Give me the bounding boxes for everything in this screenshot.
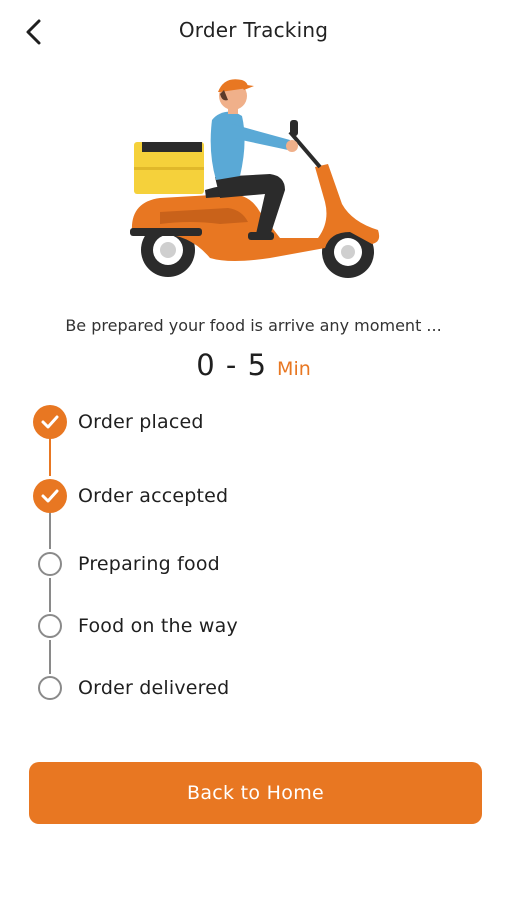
app-header: Order Tracking [0,0,507,62]
step-label: Preparing food [78,553,220,575]
check-icon [33,479,67,513]
eta-unit: Min [277,358,311,380]
step-label: Order delivered [78,677,230,699]
back-to-home-label: Back to Home [187,782,324,804]
page-title: Order Tracking [178,18,329,42]
step-label: Food on the way [78,615,238,637]
pending-circle-icon [38,614,62,638]
step-label: Order accepted [78,485,229,507]
pending-circle-icon [38,552,62,576]
eta-value: 0 - 5 [196,348,268,382]
check-icon [33,405,67,439]
step-connector [49,578,51,612]
step-label: Order placed [78,411,204,433]
back-to-home-button[interactable]: Back to Home [29,762,482,824]
arrival-message: Be prepared your food is arrive any mome… [65,316,442,335]
step-food-on-the-way: Food on the way [32,608,238,644]
step-connector [49,436,51,476]
pending-circle-icon [38,676,62,700]
delivery-scooter-illustration [120,72,390,287]
step-connector [49,511,51,549]
step-connector [49,640,51,674]
eta-display: 0 - 5 Min [0,348,507,382]
step-preparing-food: Preparing food [32,546,220,582]
order-progress-steps: Order placed Order accepted Preparing fo… [32,400,452,710]
step-order-delivered: Order delivered [32,670,229,706]
step-order-accepted: Order accepted [32,478,228,514]
step-order-placed: Order placed [32,404,204,440]
